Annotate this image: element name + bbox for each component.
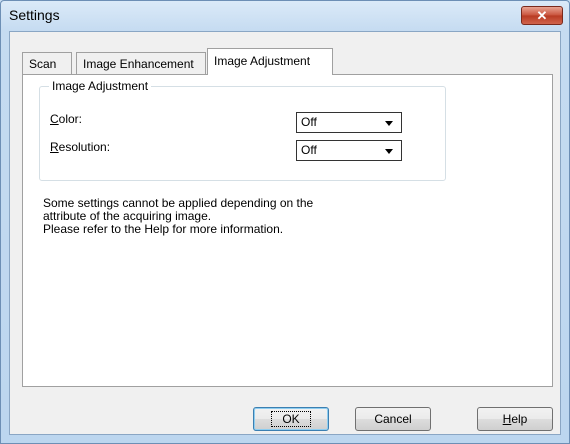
tab-panel: Image Adjustment Color: Off Resolution: … [22, 74, 553, 387]
resolution-select[interactable]: Off [296, 140, 402, 161]
tab-label: Image Enhancement [83, 57, 194, 71]
cancel-button[interactable]: Cancel [355, 407, 431, 431]
chevron-down-icon [385, 121, 393, 126]
chevron-down-icon [385, 149, 393, 154]
resolution-label: Resolution: [50, 140, 110, 154]
color-mnemonic: C [50, 112, 59, 126]
tab-image-enhancement[interactable]: Image Enhancement [76, 52, 206, 74]
resolution-label-text: esolution: [58, 140, 111, 154]
close-icon: ✕ [536, 8, 548, 23]
help-button[interactable]: Help [477, 407, 553, 431]
cancel-label: Cancel [374, 412, 412, 426]
tab-label: Scan [29, 57, 57, 71]
color-select[interactable]: Off [296, 112, 402, 133]
tab-label: Image Adjustment [214, 54, 311, 68]
dialog-client-area: Scan Image Enhancement Image Adjustment … [9, 31, 561, 435]
info-line: Please refer to the Help for more inform… [43, 222, 284, 236]
ok-label: OK [271, 411, 311, 427]
close-button[interactable]: ✕ [521, 6, 563, 25]
window-title: Settings [9, 7, 60, 23]
help-label: elp [511, 412, 528, 426]
color-label: Color: [50, 112, 82, 126]
tab-image-adjustment[interactable]: Image Adjustment [207, 48, 333, 75]
color-select-value: Off [301, 115, 317, 129]
group-title: Image Adjustment [49, 79, 152, 93]
resolution-select-value: Off [301, 143, 317, 157]
ok-button[interactable]: OK [253, 407, 329, 431]
settings-window: Settings ✕ Scan Image Enhancement Image … [0, 0, 570, 444]
tab-scan[interactable]: Scan [22, 52, 72, 74]
info-text: Some settings cannot be applied dependin… [43, 197, 463, 236]
resolution-mnemonic: R [50, 140, 59, 154]
color-label-text: olor: [58, 112, 83, 126]
image-adjustment-group: Image Adjustment Color: Off Resolution: … [39, 79, 446, 181]
